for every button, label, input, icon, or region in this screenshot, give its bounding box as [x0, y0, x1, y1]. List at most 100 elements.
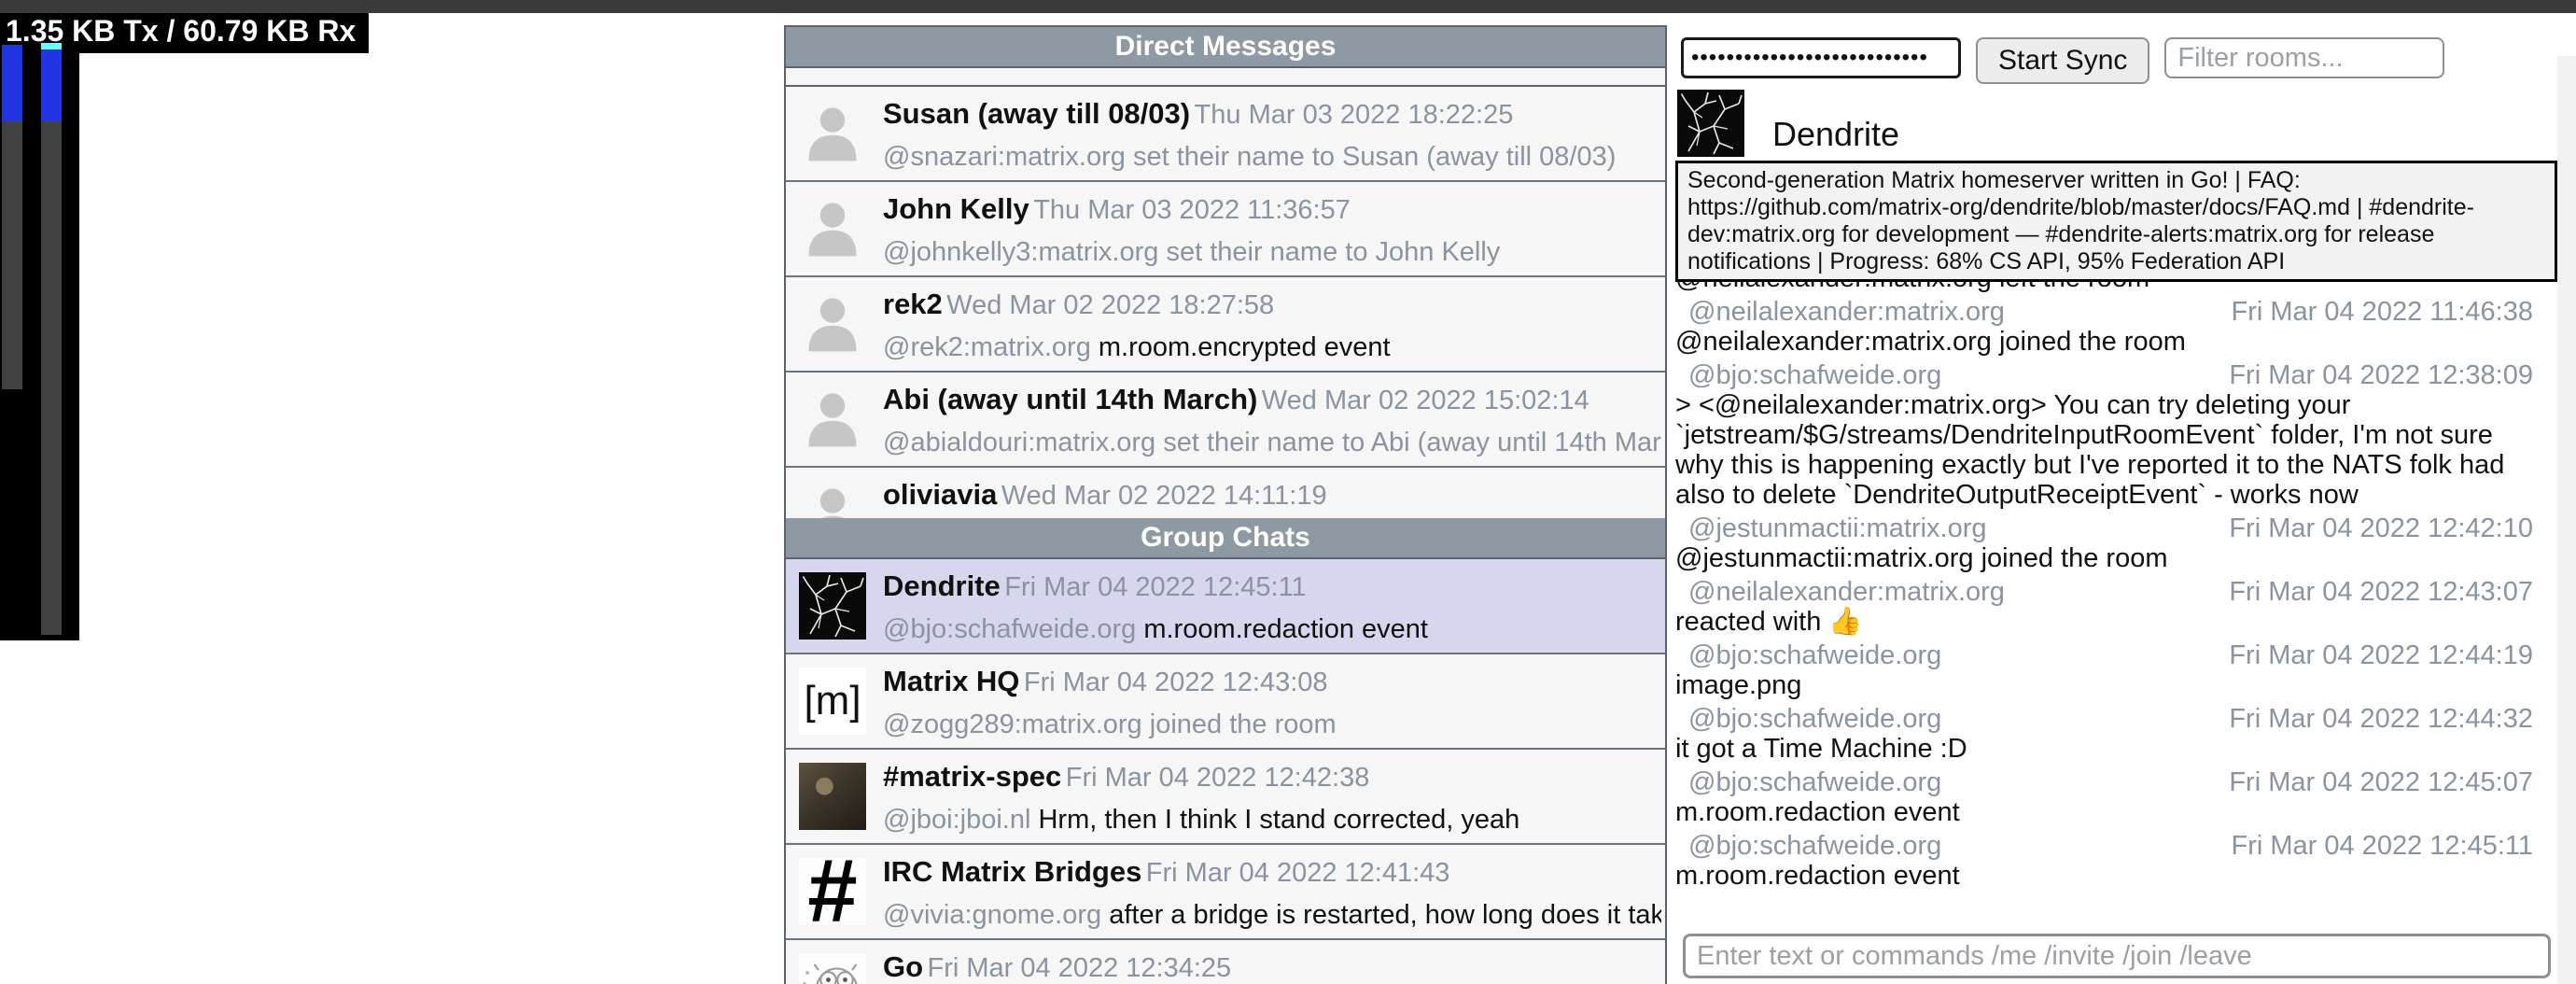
- chat-scrollbar[interactable]: [2557, 56, 2576, 984]
- direct-messages-header: Direct Messages: [786, 27, 1665, 68]
- rx-bar: [41, 43, 62, 640]
- message-timestamp: Fri Mar 04 2022 11:46:38: [2232, 297, 2534, 327]
- room-name: Go: [883, 950, 923, 983]
- room-name: John Kelly: [883, 192, 1029, 225]
- preview-text: after a bridge is restarted, how long do…: [1109, 900, 1661, 930]
- preview-text: joined the room: [1150, 710, 1337, 739]
- window-top-strip: [0, 0, 2576, 13]
- preview-sender: @snazari:matrix.org: [883, 142, 1126, 172]
- message-sender: @bjo:schafweide.org: [1688, 767, 1941, 797]
- message-timestamp: Fri Mar 04 2022 12:38:09: [2229, 360, 2533, 390]
- room-row-irc-matrix-bridges[interactable]: # IRC Matrix Bridges Fri Mar 04 2022 12:…: [786, 845, 1665, 940]
- message-timestamp: Fri Mar 04 2022 12:43:07: [2229, 577, 2533, 607]
- rx-bar-blue-segment: [41, 49, 62, 121]
- traffic-graph: [0, 43, 79, 640]
- room-name: oliviavia: [883, 478, 997, 511]
- preview-text: set their name to Susan (away till 08/03…: [1133, 142, 1616, 172]
- preview-text: m.room.redaction event: [1143, 614, 1428, 644]
- message-sender: @bjo:schafweide.org: [1688, 360, 1941, 390]
- filter-rooms-input[interactable]: [2164, 37, 2444, 78]
- message-timestamp: Fri Mar 04 2022 12:45:07: [2229, 767, 2533, 797]
- room-row-go[interactable]: Go Fri Mar 04 2022 12:34:25: [786, 940, 1665, 984]
- message: @bjo:schafweide.org Fri Mar 04 2022 12:45…: [1675, 767, 2557, 827]
- message-timestamp: Fri Mar 04 2022 12:44:32: [2229, 704, 2533, 734]
- room-timestamp: Fri Mar 04 2022 12:41:43: [1146, 858, 1450, 888]
- message: @bjo:schafweide.orgFri Mar 04 2022 12:44…: [1675, 640, 2557, 700]
- message-body: reacted with 👍: [1675, 607, 2557, 637]
- preview-sender: @vivia:gnome.org: [883, 900, 1101, 930]
- room-timestamp: Fri Mar 04 2022 12:42:38: [1066, 763, 1370, 793]
- preview-sender: @jboi:jboi.nl: [883, 805, 1030, 835]
- dendrite-avatar: [1677, 90, 1744, 157]
- preview-text: set their name to Abi (away until 14th M…: [1163, 428, 1661, 457]
- message: @neilalexander:matrix.org Fri Mar 04 2022…: [1675, 577, 2557, 637]
- rx-bar-cyan-segment: [41, 43, 62, 49]
- room-name: #matrix-spec: [883, 760, 1061, 793]
- start-sync-button[interactable]: Start Sync: [1976, 37, 2149, 84]
- room-name: Dendrite: [883, 569, 1001, 602]
- message-body: m.room.redaction event: [1675, 861, 2557, 891]
- room-name: Matrix HQ: [883, 665, 1019, 697]
- chat-panel: Start Sync Dendrite Second-generation Ma…: [1675, 28, 2576, 984]
- room-row-oliviavia[interactable]: oliviavia Wed Mar 02 2022 14:11:19: [786, 468, 1665, 518]
- room-timestamp: Thu Mar 03 2022 11:36:57: [1033, 195, 1351, 225]
- room-timestamp: Wed Mar 02 2022 14:11:19: [1001, 481, 1327, 511]
- room-timestamp: Fri Mar 04 2022 12:34:25: [928, 953, 1232, 983]
- preview-sender: @bjo:schafweide.org: [883, 614, 1136, 644]
- dendrite-avatar: [799, 572, 866, 640]
- preview-sender: @rek2:matrix.org: [883, 332, 1091, 362]
- room-row-john-kelly[interactable]: John Kelly Thu Mar 03 2022 11:36:57 @joh…: [786, 182, 1665, 277]
- room-timestamp: Wed Mar 02 2022 18:27:58: [946, 290, 1274, 320]
- room-row-abi[interactable]: Abi (away until 14th March) Wed Mar 02 2…: [786, 373, 1665, 468]
- room-row-matrix-hq[interactable]: [m] Matrix HQ Fri Mar 04 2022 12:43:08 @…: [786, 654, 1665, 750]
- message-sender: @bjo:schafweide.org: [1688, 831, 1941, 861]
- sync-toolbar: Start Sync: [1681, 37, 2444, 84]
- message-body: > <@neilalexander:matrix.org> You can tr…: [1675, 390, 2557, 510]
- message-body: @neilalexander:matrix.org joined the roo…: [1675, 327, 2557, 357]
- message-body: it got a Time Machine :D: [1675, 734, 2557, 764]
- message-timestamp: Fri Mar 04 2022 12:44:19: [2229, 640, 2533, 670]
- hash-icon: #: [799, 858, 866, 925]
- photo-avatar: [799, 763, 866, 830]
- room-name: Abi (away until 14th March): [883, 383, 1257, 415]
- message: @jestunmactii:matrix.org Fri Mar 04 2022 …: [1675, 513, 2557, 573]
- room-timestamp: Wed Mar 02 2022 15:02:14: [1262, 386, 1589, 415]
- message-composer-input[interactable]: [1683, 934, 2551, 978]
- message-timestamp: Fri Mar 04 2022 12:42:10: [2229, 513, 2533, 543]
- message-body: @jestunmactii:matrix.org joined the room: [1675, 543, 2557, 573]
- message: @bjo:schafweide.orgFri Mar 04 2022 12:45…: [1675, 831, 2557, 891]
- tx-bar-blue-segment: [2, 45, 22, 121]
- room-topic: Second-generation Matrix homeserver writ…: [1675, 161, 2557, 282]
- message: @bjo:schafweide.org Fri Mar 04 2022 12:38…: [1675, 360, 2557, 510]
- message-sender: @neilalexander:matrix.org: [1688, 577, 2005, 607]
- room-row-dendrite[interactable]: Dendrite Fri Mar 04 2022 12:45:11 @bjo:s…: [786, 559, 1665, 654]
- preview-text: Hrm, then I think I stand corrected, yea…: [1038, 805, 1519, 835]
- message-sender: @neilalexander:matrix.org: [1688, 297, 2005, 327]
- room-timestamp: Thu Mar 03 2022 18:22:25: [1195, 100, 1514, 130]
- message-body: image.png: [1675, 670, 2557, 700]
- access-token-input[interactable]: [1681, 37, 1961, 78]
- group-chats-header: Group Chats: [786, 518, 1665, 559]
- preview-text: m.room.encrypted event: [1099, 332, 1391, 362]
- person-icon: [799, 481, 866, 518]
- message: @bjo:schafweide.org Fri Mar 04 2022 12:44…: [1675, 704, 2557, 764]
- preview-text: set their name to John Kelly: [1166, 237, 1500, 267]
- room-row-susan[interactable]: Susan (away till 08/03) Thu Mar 03 2022 …: [786, 87, 1665, 182]
- matrix-logo-avatar: [m]: [799, 668, 866, 735]
- person-icon: [799, 386, 866, 453]
- room-row-matrix-spec[interactable]: #matrix-spec Fri Mar 04 2022 12:42:38 @j…: [786, 750, 1665, 845]
- preview-sender: @zogg289:matrix.org: [883, 710, 1142, 739]
- message-sender: @bjo:schafweide.org: [1688, 704, 1941, 734]
- room-row-rek2[interactable]: rek2 Wed Mar 02 2022 18:27:58 @rek2:matr…: [786, 277, 1665, 373]
- person-icon: [799, 100, 866, 167]
- preview-sender: @abialdouri:matrix.org: [883, 428, 1155, 457]
- tx-bar-gray-segment: [2, 121, 22, 389]
- tx-bar: [2, 43, 22, 640]
- message-sender: @jestunmactii:matrix.org: [1688, 513, 1987, 543]
- room-title: Dendrite: [1772, 114, 1899, 155]
- message-timeline: @neilalexander:matrix.org Fri Mar 04 2022…: [1675, 233, 2557, 894]
- preview-sender: @johnkelly3:matrix.org: [883, 237, 1158, 267]
- matrix-client-window: 1.35 KB Tx / 60.79 KB Rx Direct Messages…: [0, 0, 2576, 984]
- message-body: m.room.redaction event: [1675, 797, 2557, 827]
- person-icon: [799, 290, 866, 358]
